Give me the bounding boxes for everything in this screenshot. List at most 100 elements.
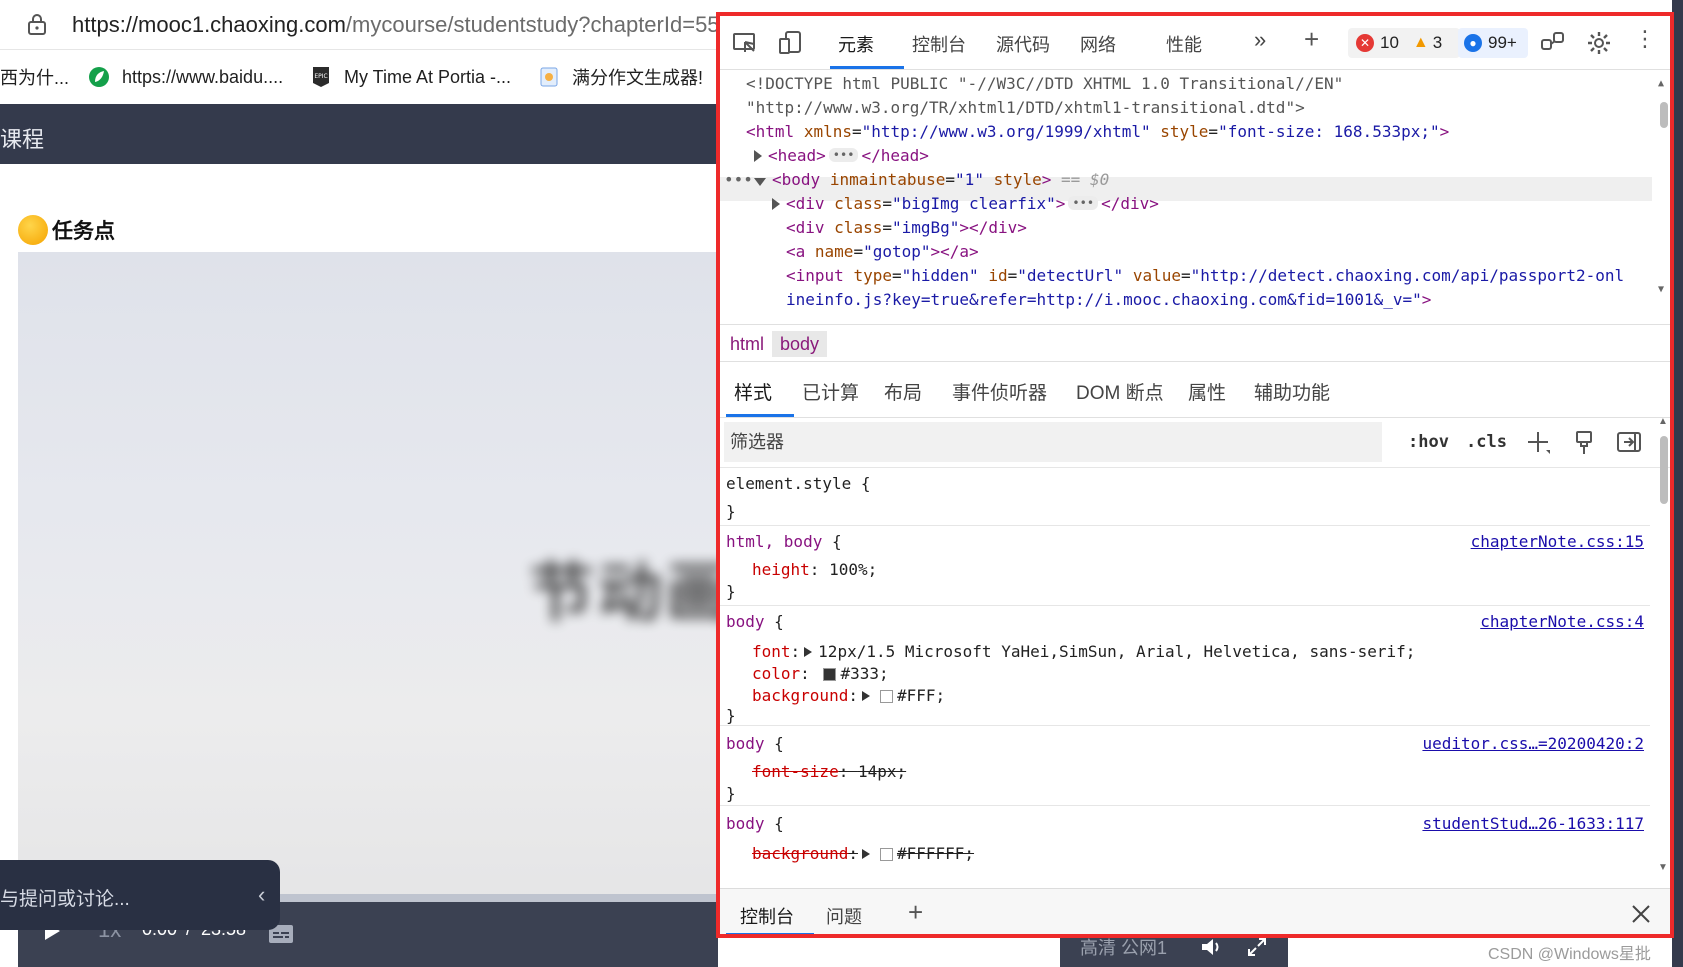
paint-brush-icon[interactable] [1572, 430, 1596, 456]
issues-counter[interactable]: ✕ 10 ▲ 3 [1348, 28, 1460, 58]
tab-properties[interactable]: 属性 [1188, 378, 1226, 405]
rule-source-link[interactable]: chapterNote.css:15 [1471, 532, 1644, 551]
dom-doctype[interactable]: <!DOCTYPE html PUBLIC "-//W3C//DTD XHTML… [746, 72, 1343, 96]
lock-icon[interactable] [26, 12, 48, 36]
dom-node-body[interactable]: <body inmaintabuse="1" style> == $0 [754, 168, 1109, 192]
more-tabs-icon[interactable]: » [1254, 27, 1266, 53]
dom-node-div-bigimg[interactable]: <div class="bigImg clearfix"> ••• </div> [772, 192, 1159, 216]
new-style-rule-icon[interactable] [1526, 430, 1552, 456]
toggle-sidebar-icon[interactable] [1616, 430, 1642, 454]
bookmark-item-portia[interactable]: EPIC My Time At Portia -... [310, 64, 511, 90]
discussion-panel[interactable]: 与提问或讨论... ‹ [0, 860, 280, 930]
tab-styles[interactable]: 样式 [734, 378, 772, 405]
url-text[interactable]: https://mooc1.chaoxing.com/mycourse/stud… [72, 12, 732, 38]
styles-filter-input[interactable] [724, 422, 1382, 462]
rule-selector: html, body { [726, 532, 842, 551]
node-actions-icon[interactable]: ••• [724, 168, 753, 192]
rule-source-link[interactable]: ueditor.css…=20200420:2 [1422, 734, 1644, 753]
tab-computed[interactable]: 已计算 [802, 378, 859, 405]
device-toolbar-icon[interactable] [778, 30, 804, 56]
collapse-chevron-icon[interactable]: ‹ [258, 882, 265, 908]
color-swatch[interactable] [823, 668, 837, 681]
drawer-tab-console[interactable]: 控制台 [740, 903, 794, 929]
collapse-triangle-icon[interactable] [754, 178, 766, 186]
hov-toggle-button[interactable]: :hov [1408, 432, 1449, 452]
tab-performance[interactable]: 性能 [1166, 31, 1202, 57]
doctype-text-2: "http://www.w3.org/TR/xhtml1/DTD/xhtml1-… [746, 98, 1305, 117]
rule-source-link[interactable]: chapterNote.css:4 [1480, 612, 1644, 631]
expand-triangle-icon[interactable] [772, 198, 780, 210]
css-rules-list[interactable]: element.style { } html, body { chapterNo… [720, 468, 1650, 888]
tab-layout[interactable]: 布局 [884, 378, 922, 405]
video-progress-bar[interactable] [258, 894, 718, 902]
scroll-up-icon[interactable]: ▲ [1658, 78, 1664, 89]
css-declaration-overridden[interactable]: font-size: 14px; [752, 762, 906, 781]
tab-accessibility[interactable]: 辅助功能 [1254, 378, 1330, 405]
rule-source-link[interactable]: studentStud…26-1633:117 [1422, 814, 1644, 833]
scroll-down-icon[interactable]: ▼ [1658, 862, 1668, 873]
more-options-icon[interactable]: ⋮ [1634, 26, 1656, 52]
dom-node-a-gotop[interactable]: <a name="gotop"></a> [786, 240, 979, 264]
discussion-prompt[interactable]: 与提问或讨论... [0, 884, 130, 911]
collapsed-ellipsis-icon[interactable]: ••• [828, 148, 859, 162]
color-swatch[interactable] [879, 690, 893, 703]
css-declaration-overridden[interactable]: background: #FFFFFF; [752, 844, 974, 863]
volume-icon[interactable] [1200, 936, 1224, 958]
scroll-down-icon[interactable]: ▼ [1658, 284, 1664, 295]
expand-shorthand-icon[interactable] [804, 647, 813, 657]
css-rule[interactable]: body { chapterNote.css:4 font: 12px/1.5 M… [720, 606, 1650, 726]
css-declaration[interactable]: font: 12px/1.5 Microsoft YaHei,SimSun, Ar… [752, 642, 1415, 661]
color-swatch[interactable] [879, 848, 893, 861]
css-value: 100%; [829, 560, 878, 579]
dom-doctype-cont: "http://www.w3.org/TR/xhtml1/DTD/xhtml1-… [746, 96, 1305, 120]
collapsed-ellipsis-icon[interactable]: ••• [1068, 196, 1099, 210]
dom-node-input-detect-cont: ineinfo.js?key=true&refer=http://i.mooc.… [786, 290, 1432, 309]
selected-node-marker: == $0 [1061, 170, 1110, 189]
bookmark-item-1[interactable]: 西为什... [0, 64, 69, 90]
dom-tree[interactable]: <!DOCTYPE html PUBLIC "-//W3C//DTD XHTML… [720, 72, 1670, 324]
attr-value-cont: ineinfo.js?key=true&refer=http://i.mooc.… [786, 290, 1422, 309]
tab-event-listeners[interactable]: 事件侦听器 [952, 378, 1047, 405]
dom-node-div-imgbg[interactable]: <div class="imgBg"></div> [786, 216, 1027, 240]
gear-icon[interactable] [1586, 30, 1612, 56]
breadcrumb-body[interactable]: body [772, 331, 828, 357]
add-tab-icon[interactable]: + [1304, 24, 1319, 55]
tab-elements[interactable]: 元素 [838, 31, 874, 57]
dom-node-head[interactable]: <head> ••• </head> [754, 144, 929, 168]
bookmark-item-essay[interactable]: 满分作文生成器! [538, 64, 703, 90]
dom-node-input-detect[interactable]: <input type="hidden" id="detectUrl" valu… [786, 264, 1624, 288]
rule-close-brace: } [726, 706, 736, 725]
bookmark-item-baidu[interactable]: https://www.baidu.... [88, 64, 283, 90]
styles-scrollbar[interactable] [1660, 436, 1668, 504]
css-value: #FFF; [896, 686, 946, 705]
close-icon[interactable] [1630, 903, 1652, 925]
tab-network[interactable]: 网络 [1080, 31, 1116, 57]
css-rule[interactable]: html, body { chapterNote.css:15 height: … [720, 526, 1650, 606]
tab-sources[interactable]: 源代码 [996, 31, 1050, 57]
tab-dom-breakpoints[interactable]: DOM 断点 [1076, 378, 1164, 405]
drawer-add-tab-icon[interactable]: + [908, 897, 923, 928]
css-declaration[interactable]: height: 100%; [752, 560, 877, 579]
expand-triangle-icon[interactable] [754, 150, 762, 162]
tab-console[interactable]: 控制台 [912, 31, 966, 57]
css-declaration[interactable]: color: #333; [752, 664, 889, 683]
expand-shorthand-icon[interactable] [861, 849, 870, 859]
body-tag-name: body [781, 170, 821, 189]
scroll-up-icon[interactable]: ▲ [1658, 416, 1668, 427]
dom-scrollbar[interactable] [1660, 102, 1668, 128]
cls-toggle-button[interactable]: .cls [1466, 432, 1507, 452]
attr-name: type [853, 266, 892, 285]
address-bar[interactable]: https://mooc1.chaoxing.com/mycourse/stud… [0, 0, 732, 50]
fullscreen-icon[interactable] [1246, 936, 1268, 958]
inspect-element-icon[interactable] [732, 30, 758, 56]
css-rule[interactable]: body { ueditor.css…=20200420:2 font-size… [720, 726, 1650, 806]
remote-devices-icon[interactable] [1540, 30, 1566, 56]
breadcrumb-html[interactable]: html [722, 331, 772, 357]
css-declaration[interactable]: background: #FFF; [752, 686, 945, 705]
info-counter[interactable]: ● 99+ [1458, 28, 1528, 58]
drawer-tab-issues[interactable]: 问题 [826, 903, 862, 929]
dom-node-html[interactable]: <html xmlns="http://www.w3.org/1999/xhtm… [746, 120, 1449, 144]
css-rule[interactable]: body { studentStud…26-1633:117 backgroun… [720, 806, 1650, 888]
expand-shorthand-icon[interactable] [861, 691, 870, 701]
css-rule-element-style[interactable]: element.style { } [720, 468, 1650, 526]
